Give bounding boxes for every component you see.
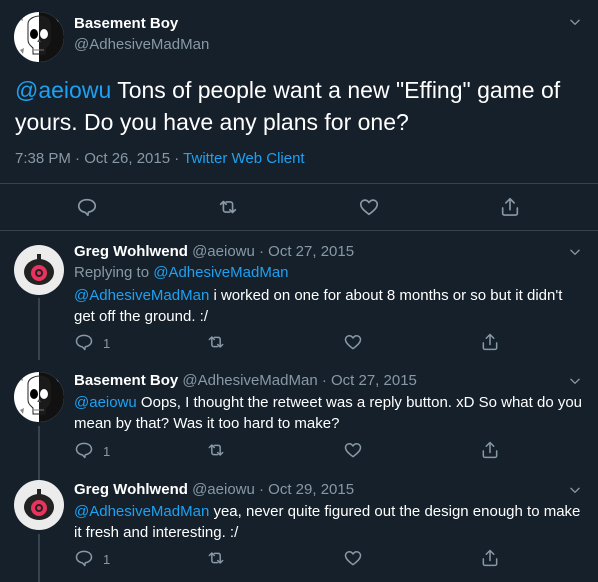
author-name[interactable]: Basement Boy (74, 372, 178, 389)
retweet-icon[interactable] (217, 196, 239, 218)
reply-count: 1 (103, 336, 111, 351)
tweet-text: @aeiowu Tons of people want a new "Effin… (15, 74, 585, 138)
share-icon[interactable] (480, 332, 500, 352)
share-icon[interactable] (499, 196, 521, 218)
tweet-time[interactable]: 7:38 PM · Oct 26, 2015 · (15, 150, 183, 167)
reply-text: @AdhesiveMadMan yea, never quite figured… (74, 501, 589, 543)
retweet-icon[interactable] (206, 440, 226, 460)
mention-link[interactable]: @aeiowu (15, 77, 111, 103)
share-icon[interactable] (480, 548, 500, 568)
mention-link[interactable]: @AdhesiveMadMan (74, 287, 209, 304)
reply-meta[interactable]: @aeiowu · Oct 27, 2015 (192, 243, 354, 260)
mention-link[interactable]: @aeiowu (74, 394, 137, 411)
avatar[interactable] (14, 480, 64, 530)
like-icon[interactable] (343, 332, 363, 352)
avatar[interactable] (14, 245, 64, 295)
avatar[interactable] (14, 372, 64, 422)
author-name[interactable]: Basement Boy (74, 15, 178, 32)
reply-header: Greg Wohlwend @aeiowu · Oct 27, 2015 (74, 243, 354, 260)
like-icon[interactable] (343, 548, 363, 568)
tweet-timestamp: 7:38 PM · Oct 26, 2015 · Twitter Web Cli… (15, 150, 305, 167)
tweet-client-link[interactable]: Twitter Web Client (183, 150, 304, 167)
avatar[interactable] (14, 12, 64, 62)
reply-meta[interactable]: @aeiowu · Oct 29, 2015 (192, 481, 354, 498)
chevron-down-icon[interactable] (568, 245, 582, 259)
reply-count: 1 (103, 444, 111, 459)
author-handle[interactable]: @AdhesiveMadMan (74, 36, 209, 53)
replying-to: Replying to @AdhesiveMadMan (74, 264, 289, 281)
chevron-down-icon[interactable] (568, 374, 582, 388)
like-icon[interactable] (358, 196, 380, 218)
reply-text: @aeiowu Oops, I thought the retweet was … (74, 392, 589, 434)
reply-text: @AdhesiveMadMan i worked on one for abou… (74, 285, 584, 327)
thread-line (38, 298, 40, 360)
divider (0, 183, 598, 184)
reply-meta[interactable]: @AdhesiveMadMan · Oct 27, 2015 (182, 372, 417, 389)
replying-prefix: Replying to (74, 264, 154, 281)
reply-icon[interactable] (74, 548, 94, 568)
reply-icon[interactable] (74, 440, 94, 460)
reply-header: Greg Wohlwend @aeiowu · Oct 29, 2015 (74, 481, 354, 498)
chevron-down-icon[interactable] (568, 483, 582, 497)
thread-line (38, 426, 40, 482)
retweet-icon[interactable] (206, 548, 226, 568)
share-icon[interactable] (480, 440, 500, 460)
chevron-down-icon[interactable] (568, 15, 582, 29)
mention-link[interactable]: @AdhesiveMadMan (74, 503, 209, 520)
reply-body: Oops, I thought the retweet was a reply … (74, 394, 583, 432)
author-name[interactable]: Greg Wohlwend (74, 481, 188, 498)
reply-header: Basement Boy @AdhesiveMadMan · Oct 27, 2… (74, 372, 417, 389)
reply-count: 1 (103, 552, 111, 567)
reply-icon[interactable] (76, 196, 98, 218)
divider (0, 230, 598, 231)
retweet-icon[interactable] (206, 332, 226, 352)
thread-line (38, 534, 40, 582)
author-name[interactable]: Greg Wohlwend (74, 243, 188, 260)
replying-to-link[interactable]: @AdhesiveMadMan (153, 264, 288, 281)
like-icon[interactable] (343, 440, 363, 460)
reply-icon[interactable] (74, 332, 94, 352)
